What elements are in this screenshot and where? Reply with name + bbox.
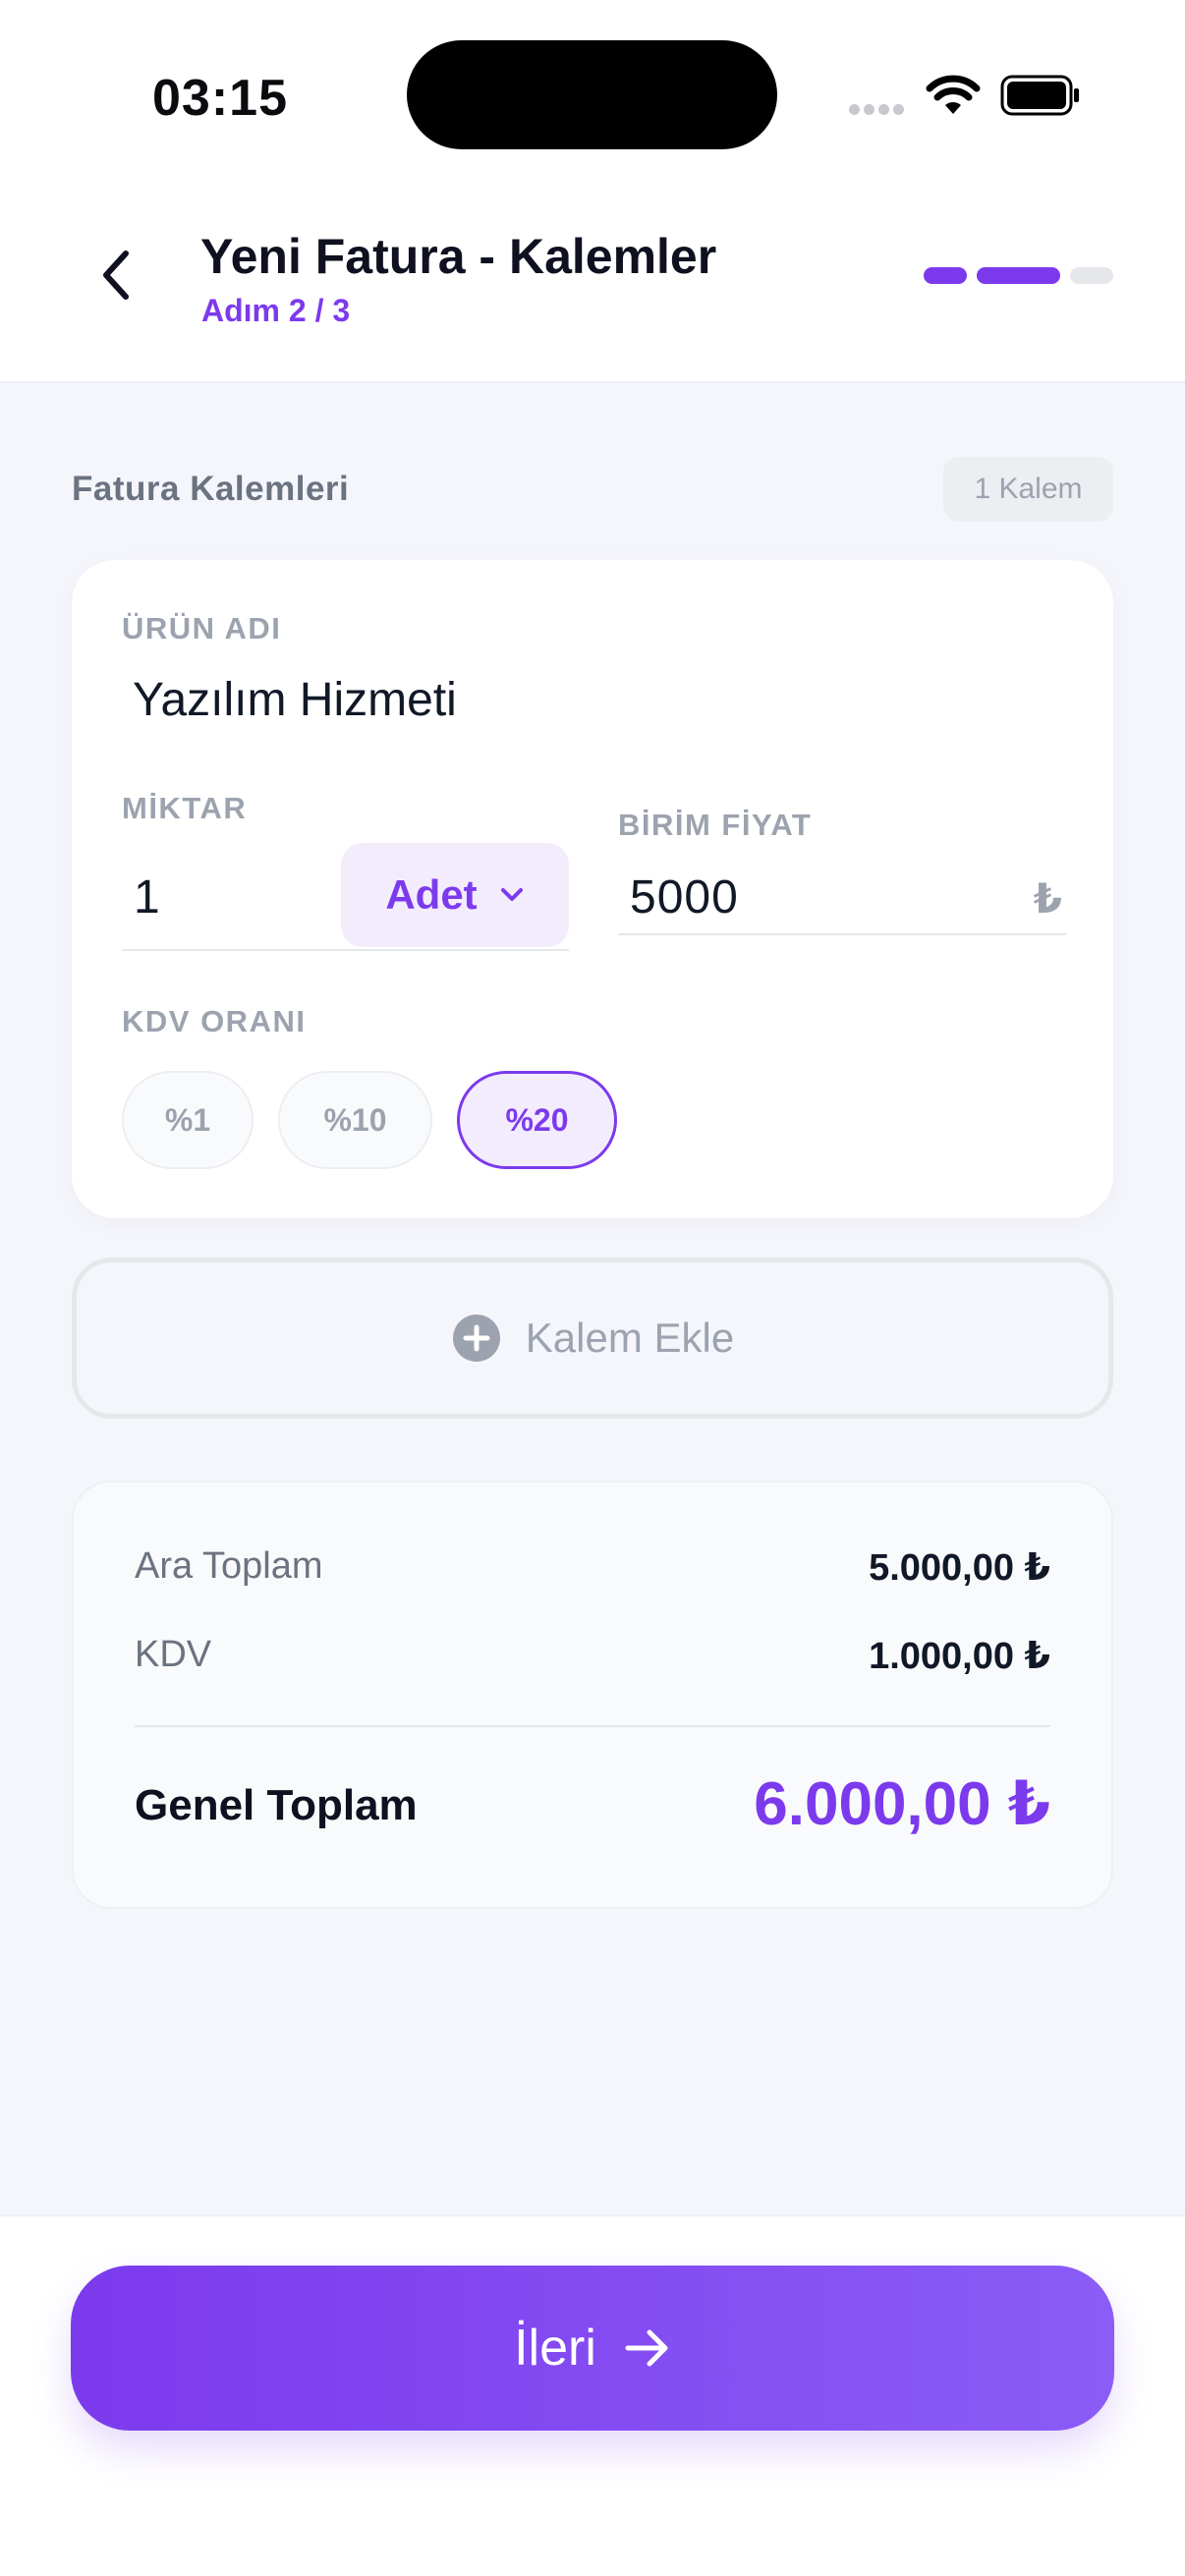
status-bar: 03:15 [0,0,1185,187]
add-item-label: Kalem Ekle [525,1315,735,1361]
vat-total-label: KDV [135,1634,212,1675]
quantity-input[interactable]: 1 [134,870,160,924]
vat-option-1[interactable]: %1 [122,1071,254,1169]
plus-circle-icon [452,1315,500,1362]
grand-total-label: Genel Toplam [135,1781,418,1829]
app-header: Yeni Fatura - Kalemler Adım 2 / 3 [0,187,1185,383]
unit-price-field: 5000 ₺ [618,855,1066,935]
bottom-action-bar: İleri [0,2214,1185,2576]
subtotal-value: 5.000,00 ₺ [869,1547,1050,1589]
vat-total-value: 1.000,00 ₺ [869,1636,1050,1677]
unit-select[interactable]: Adet [341,843,569,947]
unit-select-value: Adet [385,871,478,918]
dynamic-island [407,40,777,149]
battery-icon [1000,75,1079,116]
unit-price-label: BİRİM FİYAT [618,808,813,842]
unit-price-input[interactable]: 5000 [630,870,739,924]
totals-divider [135,1725,1050,1727]
page-title: Yeni Fatura - Kalemler [200,229,717,284]
grand-total-value: 6.000,00 ₺ [754,1770,1050,1838]
product-name-input[interactable]: Yazılım Hizmeti [133,673,457,727]
section-title: Fatura Kalemleri [72,470,350,508]
wifi-icon [926,75,981,114]
step-progress [924,267,1113,284]
subtotal-label: Ara Toplam [135,1545,323,1587]
item-count-badge: 1 Kalem [943,457,1113,522]
next-button-label: İleri [514,2320,596,2377]
invoice-item-card: ÜRÜN ADI Yazılım Hizmeti MİKTAR 1 Adet B… [72,560,1113,1218]
step-segment-1 [924,267,967,284]
currency-suffix: ₺ [1033,875,1062,922]
chevron-down-icon [500,888,523,901]
quantity-label: MİKTAR [122,791,248,825]
vat-rate-label: KDV ORANI [122,1004,307,1038]
vat-option-20-selected[interactable]: %20 [457,1071,617,1169]
totals-summary: Ara Toplam 5.000,00 ₺ KDV 1.000,00 ₺ Gen… [72,1481,1113,1909]
product-name-label: ÜRÜN ADI [122,611,282,645]
vat-option-10[interactable]: %10 [278,1071,432,1169]
add-item-button[interactable]: Kalem Ekle [72,1258,1113,1419]
step-indicator-label: Adım 2 / 3 [201,293,351,328]
status-time: 03:15 [152,70,288,127]
step-segment-3 [1070,267,1113,284]
step-segment-2 [977,267,1060,284]
arrow-right-icon [625,2329,668,2367]
chevron-left-icon[interactable] [94,246,141,305]
signal-icon [849,102,908,120]
quantity-field: 1 Adet [122,843,569,951]
next-button[interactable]: İleri [71,2266,1114,2431]
